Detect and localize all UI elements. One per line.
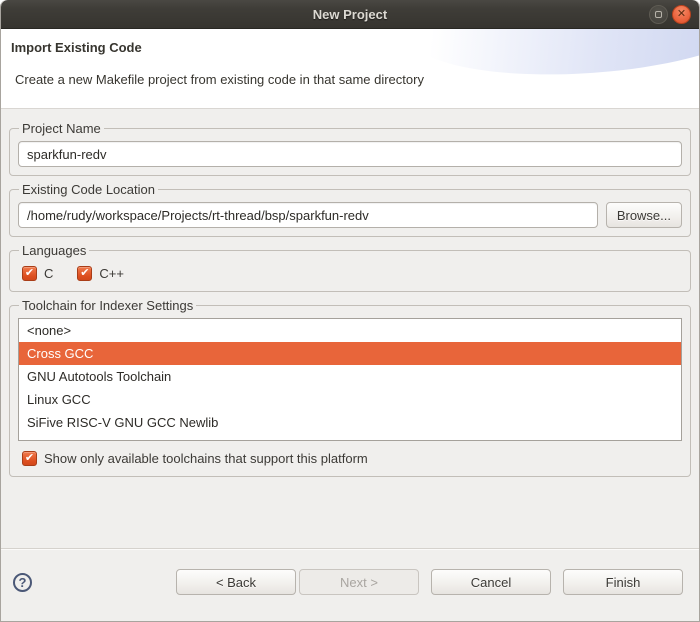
browse-button[interactable]: Browse... xyxy=(606,202,682,228)
next-button[interactable]: Next > xyxy=(299,569,419,595)
page-subtitle: Create a new Makefile project from exist… xyxy=(15,72,699,87)
languages-legend: Languages xyxy=(19,243,89,258)
toolchain-item-linux-gcc[interactable]: Linux GCC xyxy=(19,388,681,411)
back-button[interactable]: < Back xyxy=(176,569,296,595)
checkbox-checked-icon: ✔ xyxy=(77,266,92,281)
toolchain-item-gnu-autotools[interactable]: GNU Autotools Toolchain xyxy=(19,365,681,388)
checkbox-checked-icon: ✔ xyxy=(22,266,37,281)
window-titlebar[interactable]: New Project ✕ xyxy=(1,0,699,29)
checkbox-checked-icon: ✔ xyxy=(22,451,37,466)
help-icon: ? xyxy=(19,576,27,589)
project-name-group: Project Name xyxy=(9,121,691,176)
finish-button[interactable]: Finish xyxy=(563,569,683,595)
maximize-icon xyxy=(655,11,662,18)
toolchain-list[interactable]: <none> Cross GCC GNU Autotools Toolchain… xyxy=(18,318,682,441)
language-c-checkbox[interactable]: ✔ C xyxy=(22,266,53,281)
page-title: Import Existing Code xyxy=(11,40,699,55)
show-only-available-checkbox[interactable]: ✔ Show only available toolchains that su… xyxy=(22,451,368,466)
code-location-group: Existing Code Location Browse... xyxy=(9,182,691,237)
code-location-legend: Existing Code Location xyxy=(19,182,158,197)
toolchain-item-sifive-riscv[interactable]: SiFive RISC-V GNU GCC Newlib xyxy=(19,411,681,434)
language-cpp-checkbox[interactable]: ✔ C++ xyxy=(77,266,124,281)
maximize-button[interactable] xyxy=(649,5,668,24)
wizard-header: Import Existing Code Create a new Makefi… xyxy=(1,29,699,109)
project-name-input[interactable] xyxy=(18,141,682,167)
project-name-legend: Project Name xyxy=(19,121,104,136)
language-cpp-label: C++ xyxy=(99,266,124,281)
new-project-dialog: New Project ✕ Import Existing Code Creat… xyxy=(0,0,700,622)
wizard-button-bar: ? < Back Next > Cancel Finish xyxy=(1,548,699,621)
toolchain-group: Toolchain for Indexer Settings <none> Cr… xyxy=(9,298,691,477)
toolchain-legend: Toolchain for Indexer Settings xyxy=(19,298,196,313)
language-c-label: C xyxy=(44,266,53,281)
show-only-available-label: Show only available toolchains that supp… xyxy=(44,451,368,466)
cancel-button[interactable]: Cancel xyxy=(431,569,551,595)
window-controls: ✕ xyxy=(649,0,691,29)
wizard-content: Project Name Existing Code Location Brow… xyxy=(1,109,699,477)
help-button[interactable]: ? xyxy=(13,573,32,592)
window-title: New Project xyxy=(1,7,699,22)
toolchain-item-cross-gcc[interactable]: Cross GCC xyxy=(19,342,681,365)
code-location-input[interactable] xyxy=(18,202,598,228)
languages-group: Languages ✔ C ✔ C++ xyxy=(9,243,691,292)
close-button[interactable]: ✕ xyxy=(672,5,691,24)
close-icon: ✕ xyxy=(677,9,686,20)
toolchain-item-none[interactable]: <none> xyxy=(19,319,681,342)
wizard-nav-buttons: < Back Next > Cancel Finish xyxy=(176,569,683,595)
